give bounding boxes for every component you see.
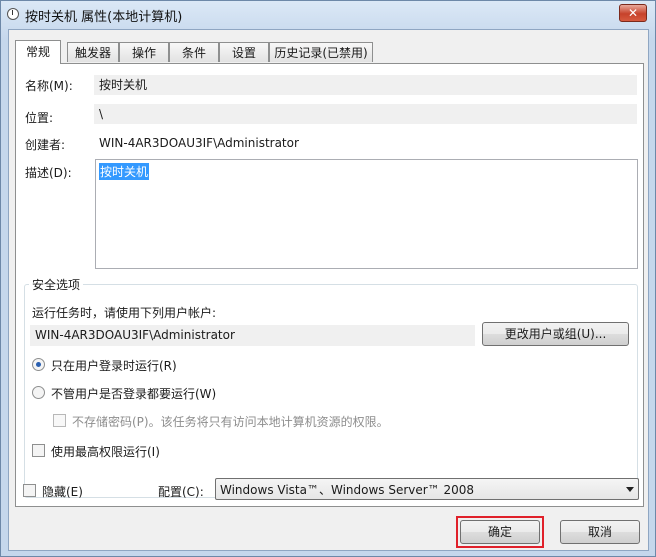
run-as-label: 运行任务时，请使用下列用户帐户:	[32, 306, 217, 320]
description-selected-text: 按时关机	[99, 163, 150, 180]
highest-privileges-checkbox[interactable]	[32, 444, 45, 457]
config-label: 配置(C):	[158, 485, 204, 499]
highest-privileges-label[interactable]: 使用最高权限运行(I)	[51, 443, 160, 460]
description-label: 描述(D):	[25, 166, 72, 180]
run-whether-logged-radio[interactable]	[32, 386, 45, 399]
author-label: 创建者:	[25, 138, 66, 152]
location-field[interactable]: \	[94, 104, 637, 124]
general-panel: 名称(M): 按时关机 位置: \ 创建者: WIN-4AR3DOAU3IF\A…	[15, 63, 644, 507]
location-label: 位置:	[25, 111, 54, 125]
tab-general[interactable]: 常规	[15, 40, 61, 64]
run-logged-on-radio[interactable]	[32, 358, 45, 371]
clock-icon	[7, 8, 19, 20]
config-select[interactable]: Windows Vista™、Windows Server™ 2008	[215, 478, 639, 500]
hidden-label[interactable]: 隐藏(E)	[42, 483, 83, 500]
description-textarea[interactable]: 按时关机	[95, 159, 638, 269]
tab-conditions[interactable]: 条件	[169, 42, 219, 62]
tab-history[interactable]: 历史记录(已禁用)	[269, 42, 373, 62]
title-bar[interactable]: 按时关机 属性(本地计算机) ✕	[1, 1, 655, 29]
change-user-button[interactable]: 更改用户或组(U)...	[482, 322, 629, 346]
tab-actions[interactable]: 操作	[119, 42, 169, 62]
user-account-field[interactable]: WIN-4AR3DOAU3IF\Administrator	[30, 325, 475, 346]
no-store-password-label[interactable]: 不存储密码(P)。该任务将只有访问本地计算机资源的权限。	[72, 413, 389, 430]
hidden-checkbox[interactable]	[23, 484, 36, 497]
run-whether-logged-label[interactable]: 不管用户是否登录都要运行(W)	[51, 385, 216, 402]
cancel-button[interactable]: 取消	[560, 520, 640, 544]
security-options-title: 安全选项	[29, 276, 84, 293]
dialog-client: 常规 触发器 操作 条件 设置 历史记录(已禁用) 名称(M): 按时关机 位置…	[8, 29, 649, 551]
ok-button[interactable]: 确定	[460, 520, 540, 544]
name-label: 名称(M):	[25, 79, 73, 93]
properties-window: 按时关机 属性(本地计算机) ✕ 常规 触发器 操作 条件 设置 历史记录(已禁…	[0, 0, 656, 557]
name-field[interactable]: 按时关机	[94, 75, 637, 95]
no-store-password-checkbox[interactable]	[53, 414, 66, 427]
close-button[interactable]: ✕	[619, 4, 647, 22]
tab-settings[interactable]: 设置	[219, 42, 269, 62]
run-logged-on-label[interactable]: 只在用户登录时运行(R)	[51, 357, 177, 374]
chevron-down-icon	[626, 487, 634, 492]
author-value: WIN-4AR3DOAU3IF\Administrator	[99, 136, 299, 150]
tab-triggers[interactable]: 触发器	[67, 42, 119, 62]
window-title: 按时关机 属性(本地计算机)	[25, 10, 183, 25]
config-selected-value: Windows Vista™、Windows Server™ 2008	[220, 483, 475, 497]
